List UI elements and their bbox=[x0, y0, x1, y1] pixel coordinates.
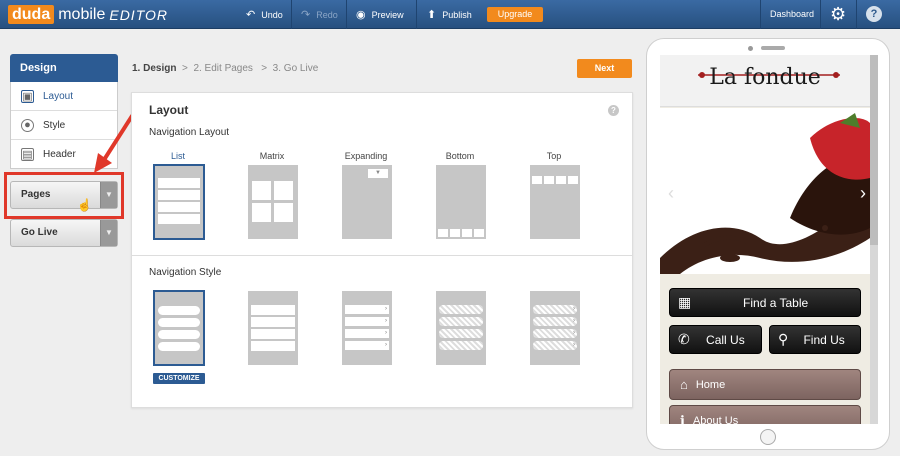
phone-icon: ✆ bbox=[678, 331, 690, 347]
layout-option-label: Expanding bbox=[344, 151, 388, 161]
phone-camera bbox=[748, 46, 753, 51]
layout-option-bottom[interactable] bbox=[436, 165, 486, 239]
carousel-prev-arrow-icon[interactable]: ‹ bbox=[668, 183, 674, 204]
panel-title: Layout bbox=[149, 103, 189, 117]
carousel-next-arrow-icon[interactable]: › bbox=[860, 183, 866, 204]
site-brand-logo: La fondue bbox=[709, 65, 821, 90]
redo-icon: ↷ bbox=[301, 9, 311, 21]
chevron-down-icon[interactable]: ▼ bbox=[100, 182, 117, 208]
phone-screen: La fondue ‹ › ▦ Find a Table ✆ Call Us ⚲… bbox=[660, 55, 878, 424]
phone-preview-frame: La fondue ‹ › ▦ Find a Table ✆ Call Us ⚲… bbox=[646, 38, 890, 450]
undo-icon: ↶ bbox=[246, 9, 256, 21]
toolbar-divider bbox=[291, 0, 292, 29]
next-button[interactable]: Next bbox=[577, 59, 632, 78]
calendar-icon: ▦ bbox=[678, 294, 692, 310]
customize-button[interactable]: CUSTOMIZE bbox=[153, 373, 205, 384]
upload-arrow-icon: ⬆ bbox=[427, 9, 437, 21]
layout-option-label: Top bbox=[546, 151, 562, 161]
find-us-button[interactable]: ⚲ Find Us bbox=[769, 325, 861, 354]
layout-icon: ▣ bbox=[21, 89, 34, 103]
publish-button[interactable]: ⬆ Publish bbox=[427, 0, 472, 29]
layout-option-label: List bbox=[170, 151, 185, 161]
nav-style-option-rounded[interactable] bbox=[153, 290, 205, 366]
toolbar-divider bbox=[760, 0, 761, 29]
preview-scrollbar-thumb[interactable] bbox=[870, 55, 878, 245]
find-a-table-button[interactable]: ▦ Find a Table bbox=[669, 288, 861, 317]
pages-dropdown[interactable]: Pages ▼ bbox=[10, 181, 118, 209]
top-bar: duda mobile EDITOR ↶ Undo ↷ Redo ◉ Previ… bbox=[0, 0, 900, 29]
nav-style-option-chevron[interactable]: › › › › bbox=[342, 291, 392, 365]
header-icon: ▤ bbox=[21, 148, 34, 161]
home-icon: ⌂ bbox=[680, 377, 688, 392]
layout-option-label: Matrix bbox=[259, 151, 285, 161]
hero-image-strawberry[interactable]: ‹ › bbox=[660, 108, 870, 274]
red-pointer-arrow-icon bbox=[94, 114, 134, 173]
design-section-header[interactable]: Design bbox=[10, 54, 118, 82]
nav-style-option-striped[interactable] bbox=[436, 291, 486, 365]
hand-cursor-icon: ☝ bbox=[77, 198, 92, 212]
phone-home-button bbox=[760, 429, 776, 445]
eye-icon: ◉ bbox=[356, 9, 366, 21]
breadcrumb-step-design[interactable]: 1. Design bbox=[132, 63, 176, 74]
breadcrumb-step-go-live[interactable]: 3. Go Live bbox=[273, 63, 319, 74]
layout-option-expanding[interactable]: ▼ bbox=[342, 165, 392, 239]
menu-item-about-us[interactable]: ℹ About Us bbox=[669, 405, 861, 424]
toolbar-divider bbox=[820, 0, 821, 29]
duda-mobile-logo: duda mobile EDITOR bbox=[8, 4, 168, 25]
layout-option-list[interactable] bbox=[153, 164, 205, 240]
menu-item-home[interactable]: ⌂ Home bbox=[669, 369, 861, 400]
palette-icon: ● bbox=[21, 118, 34, 132]
layout-panel: Layout ? Navigation Layout List Matrix E… bbox=[131, 92, 633, 408]
undo-button[interactable]: ↶ Undo bbox=[246, 0, 283, 29]
toolbar-divider bbox=[856, 0, 857, 29]
navigation-layout-title: Navigation Layout bbox=[149, 127, 230, 138]
upgrade-button[interactable]: Upgrade bbox=[487, 7, 543, 22]
preview-button[interactable]: ◉ Preview bbox=[356, 0, 404, 29]
go-live-dropdown[interactable]: Go Live ▼ bbox=[10, 219, 118, 247]
map-pin-icon: ⚲ bbox=[778, 331, 789, 347]
nav-style-option-striped-chevron[interactable]: › › › › bbox=[530, 291, 580, 365]
section-divider bbox=[132, 255, 632, 256]
call-us-button[interactable]: ✆ Call Us bbox=[669, 325, 762, 354]
layout-option-label: Bottom bbox=[445, 151, 475, 161]
layout-option-top[interactable] bbox=[530, 165, 580, 239]
gear-icon[interactable]: ⚙ bbox=[830, 5, 846, 23]
breadcrumb: 1. Design > 2. Edit Pages > 3. Go Live bbox=[132, 63, 319, 74]
preview-scrollbar[interactable] bbox=[870, 55, 878, 424]
site-header: La fondue bbox=[660, 55, 870, 107]
help-icon[interactable]: ? bbox=[608, 105, 619, 116]
breadcrumb-step-edit-pages[interactable]: 2. Edit Pages bbox=[193, 63, 252, 74]
help-icon[interactable]: ? bbox=[866, 6, 882, 22]
toolbar-divider bbox=[346, 0, 347, 29]
layout-option-matrix[interactable] bbox=[248, 165, 298, 239]
phone-speaker bbox=[761, 46, 785, 50]
navigation-style-title: Navigation Style bbox=[149, 267, 222, 278]
redo-button[interactable]: ↷ Redo bbox=[301, 0, 338, 29]
toolbar-divider bbox=[416, 0, 417, 29]
chevron-down-icon[interactable]: ▼ bbox=[100, 220, 117, 246]
sidebar-item-layout[interactable]: ▣ Layout bbox=[11, 82, 117, 111]
nav-style-option-flat[interactable] bbox=[248, 291, 298, 365]
info-icon: ℹ bbox=[680, 412, 685, 425]
dashboard-link[interactable]: Dashboard bbox=[770, 0, 814, 29]
